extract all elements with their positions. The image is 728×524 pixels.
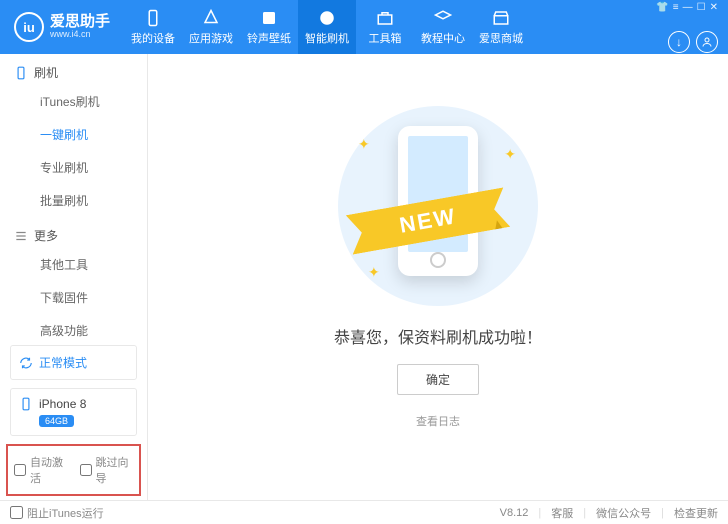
logo[interactable]: iu 爱思助手 www.i4.cn — [0, 12, 124, 42]
nav-label: 教程中心 — [421, 30, 465, 46]
download-button[interactable]: ↓ — [668, 31, 690, 53]
nav-apps[interactable]: 应用游戏 — [182, 0, 240, 54]
nav-label: 工具箱 — [369, 30, 402, 46]
success-message: 恭喜您，保资料刷机成功啦！ — [334, 324, 542, 348]
skin-icon[interactable]: 👕 — [656, 2, 668, 13]
mode-switch[interactable]: 正常模式 — [10, 345, 137, 380]
checkbox-label: 跳过向导 — [96, 454, 134, 486]
refresh-icon — [19, 356, 33, 370]
header: iu 爱思助手 www.i4.cn 我的设备 应用游戏 铃声壁纸 智能刷机 工具… — [0, 0, 728, 54]
view-log-link[interactable]: 查看日志 — [416, 413, 460, 429]
sidebar-item-oneclick-flash[interactable]: 一键刷机 — [0, 118, 147, 151]
separator: | — [583, 507, 586, 519]
sidebar-item-download-firmware[interactable]: 下载固件 — [0, 281, 147, 314]
nav-toolbox[interactable]: 工具箱 — [356, 0, 414, 54]
separator: | — [661, 507, 664, 519]
logo-icon: iu — [14, 12, 44, 42]
nav: 我的设备 应用游戏 铃声壁纸 智能刷机 工具箱 教程中心 爱思商城 — [124, 0, 656, 54]
support-link[interactable]: 客服 — [551, 505, 573, 521]
nav-ringtone[interactable]: 铃声壁纸 — [240, 0, 298, 54]
checkbox-input[interactable] — [10, 506, 23, 519]
apps-icon — [202, 9, 220, 27]
section-title: 更多 — [34, 227, 58, 244]
window-controls: 👕 ≡ — ☐ ✕ — [656, 2, 718, 13]
skip-guide-checkbox[interactable]: 跳过向导 — [80, 454, 134, 486]
logo-text: 爱思助手 www.i4.cn — [50, 14, 110, 40]
nav-flash[interactable]: 智能刷机 — [298, 0, 356, 54]
footer: 阻止iTunes运行 V8.12 | 客服 | 微信公众号 | 检查更新 — [0, 500, 728, 524]
flash-icon — [318, 9, 336, 27]
nav-my-device[interactable]: 我的设备 — [124, 0, 182, 54]
checkbox-label: 阻止iTunes运行 — [27, 505, 104, 521]
app-url: www.i4.cn — [50, 30, 110, 40]
list-icon — [14, 229, 28, 243]
device-box[interactable]: iPhone 8 64GB — [10, 388, 137, 436]
success-illustration: ✦ ✦ ✦ NEW — [338, 106, 538, 306]
version-label: V8.12 — [500, 507, 529, 519]
content: ✦ ✦ ✦ NEW 恭喜您，保资料刷机成功啦！ 确定 查看日志 — [148, 54, 728, 500]
storage-badge: 64GB — [39, 415, 74, 427]
phone-icon — [144, 9, 162, 27]
phone-icon — [14, 66, 28, 80]
highlight-box: 自动激活 跳过向导 — [6, 444, 141, 496]
separator: | — [538, 507, 541, 519]
header-right: 👕 ≡ — ☐ ✕ ↓ — [656, 2, 728, 53]
block-itunes-checkbox[interactable]: 阻止iTunes运行 — [10, 505, 104, 521]
nav-label: 应用游戏 — [189, 30, 233, 46]
checkbox-label: 自动激活 — [30, 454, 68, 486]
toolbox-icon — [376, 9, 394, 27]
ok-button[interactable]: 确定 — [397, 364, 479, 395]
mode-label: 正常模式 — [39, 354, 87, 371]
sidebar-item-other-tools[interactable]: 其他工具 — [0, 248, 147, 281]
nav-label: 我的设备 — [131, 30, 175, 46]
maximize-icon[interactable]: ☐ — [697, 2, 706, 13]
auto-activate-checkbox[interactable]: 自动激活 — [14, 454, 68, 486]
sidebar-item-itunes-flash[interactable]: iTunes刷机 — [0, 85, 147, 118]
close-icon[interactable]: ✕ — [710, 2, 718, 13]
nav-label: 智能刷机 — [305, 30, 349, 46]
update-link[interactable]: 检查更新 — [674, 505, 718, 521]
sidebar-item-advanced[interactable]: 高级功能 — [0, 314, 147, 337]
device-name: iPhone 8 — [39, 397, 86, 411]
section-title: 刷机 — [34, 64, 58, 81]
checkbox-input[interactable] — [80, 464, 92, 476]
checkbox-input[interactable] — [14, 464, 26, 476]
nav-tutorial[interactable]: 教程中心 — [414, 0, 472, 54]
menu-icon[interactable]: ≡ — [673, 2, 679, 13]
tutorial-icon — [434, 9, 452, 27]
body: 刷机 iTunes刷机 一键刷机 专业刷机 批量刷机 更多 其他工具 下载固件 … — [0, 54, 728, 500]
nav-store[interactable]: 爱思商城 — [472, 0, 530, 54]
sidebar-item-pro-flash[interactable]: 专业刷机 — [0, 151, 147, 184]
user-button[interactable] — [696, 31, 718, 53]
store-icon — [492, 9, 510, 27]
nav-label: 铃声壁纸 — [247, 30, 291, 46]
minimize-icon[interactable]: — — [683, 2, 693, 13]
sidebar: 刷机 iTunes刷机 一键刷机 专业刷机 批量刷机 更多 其他工具 下载固件 … — [0, 54, 148, 500]
app-name: 爱思助手 — [50, 14, 110, 31]
nav-label: 爱思商城 — [479, 30, 523, 46]
sidebar-section-more: 更多 — [0, 217, 147, 248]
ringtone-icon — [260, 9, 278, 27]
phone-icon — [19, 397, 33, 411]
sidebar-item-batch-flash[interactable]: 批量刷机 — [0, 184, 147, 217]
sidebar-section-flash: 刷机 — [0, 54, 147, 85]
wechat-link[interactable]: 微信公众号 — [596, 505, 651, 521]
